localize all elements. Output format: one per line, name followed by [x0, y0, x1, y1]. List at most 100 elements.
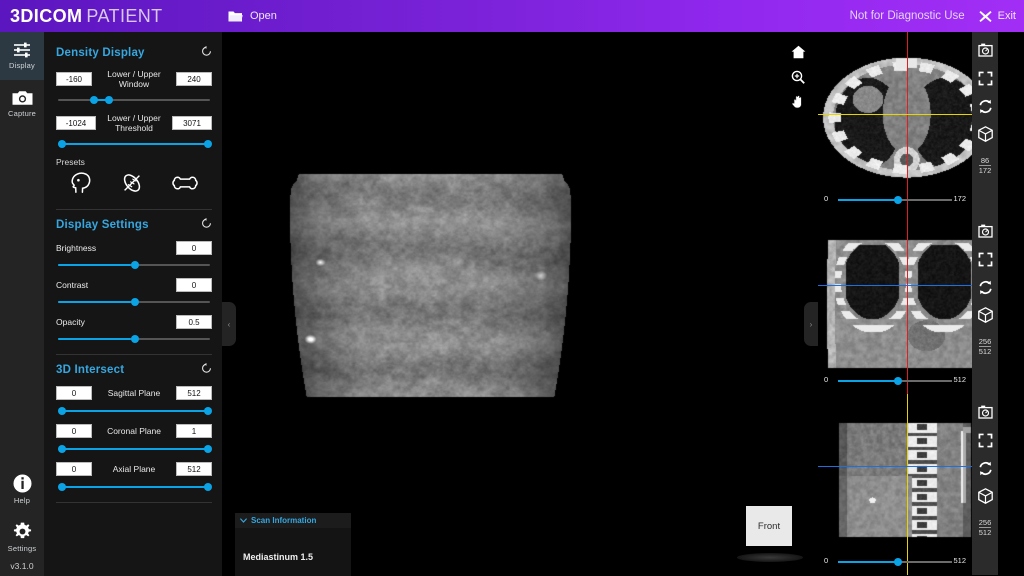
refresh-icon[interactable]	[977, 98, 993, 114]
divider-1	[56, 209, 212, 210]
cube-icon[interactable]	[977, 126, 993, 142]
pan-hand-icon[interactable]	[790, 94, 806, 110]
threshold-lower-input[interactable]: -1024	[56, 116, 96, 130]
axial-slice-canvas[interactable]	[818, 32, 998, 213]
fullscreen-icon[interactable]	[977, 432, 993, 448]
intersect-max-input[interactable]: 512	[176, 462, 212, 476]
intersect-min-input[interactable]: 0	[56, 424, 92, 438]
window-upper-input[interactable]: 240	[176, 72, 212, 86]
collapse-right-panel-button[interactable]: ›	[804, 302, 818, 346]
window-slider[interactable]	[56, 94, 212, 106]
refresh-glyph	[978, 461, 992, 475]
fullscreen-icon[interactable]	[977, 251, 993, 267]
cube-icon[interactable]	[977, 307, 993, 323]
slice-slider-knob[interactable]	[894, 377, 902, 385]
threshold-slider[interactable]	[56, 138, 212, 150]
density-reset-icon[interactable]	[201, 44, 212, 62]
volume-viewport[interactable]: ‹ › Scan Information Mediastinum 1.5 Fro…	[222, 32, 818, 576]
axial-slice[interactable]: 0 172 86 172	[818, 32, 998, 213]
crosshair-vertical	[907, 394, 908, 575]
orientation-widget[interactable]: Front	[737, 506, 803, 564]
display-settings-reset-icon[interactable]	[201, 216, 212, 234]
slider-knob-min[interactable]	[58, 407, 66, 415]
capture-icon[interactable]	[977, 223, 993, 239]
threshold-row: -1024 Lower / Upper Threshold 3071	[56, 113, 212, 133]
threshold-upper-input[interactable]: 3071	[172, 116, 212, 130]
slider-knob-min[interactable]	[58, 445, 66, 453]
capture-icon[interactable]	[977, 42, 993, 58]
home-icon[interactable]	[790, 44, 806, 60]
rail-item-capture[interactable]: Capture	[0, 80, 44, 128]
slice-index-fraction: 86 172	[978, 156, 992, 175]
intersect-slider[interactable]	[56, 405, 212, 417]
rail-label-settings: Settings	[7, 543, 37, 553]
slice-slider[interactable]: 0 512	[824, 375, 966, 386]
window-lower-input[interactable]: -160	[56, 72, 92, 86]
info-icon	[13, 474, 31, 492]
lung-preset-button[interactable]	[119, 171, 145, 200]
display-setting-value[interactable]: 0	[176, 278, 212, 292]
threshold-slider-knob-lower[interactable]	[58, 140, 66, 148]
intersect-min-input[interactable]: 0	[56, 462, 92, 476]
coronal-slice[interactable]: 0 512 256 512	[818, 213, 998, 394]
window-label-line2: Window	[118, 79, 150, 89]
intersect-slider[interactable]	[56, 481, 212, 493]
rail-label-help: Help	[13, 495, 31, 505]
viewport-tools	[790, 44, 806, 110]
capture-icon[interactable]	[977, 404, 993, 420]
intersect-max-input[interactable]: 1	[176, 424, 212, 438]
fullscreen-icon[interactable]	[977, 70, 993, 86]
rail-item-display[interactable]: Display	[0, 32, 44, 80]
scan-information-body: Mediastinum 1.5	[235, 528, 351, 576]
volume-render[interactable]	[270, 160, 590, 400]
display-setting-row: Opacity 0.5	[56, 315, 212, 329]
display-settings-header: Display Settings	[56, 216, 212, 234]
rail-item-settings[interactable]: Settings	[0, 513, 44, 561]
slider-knob[interactable]	[131, 298, 139, 306]
rail-item-help[interactable]: Help	[0, 465, 44, 513]
rail-bottom-group: Help Settings v3.1.0	[0, 465, 44, 576]
sagittal-slice-canvas[interactable]	[818, 394, 998, 575]
slice-slider-knob[interactable]	[894, 196, 902, 204]
intersect-reset-icon[interactable]	[201, 361, 212, 379]
display-setting-slider[interactable]	[56, 296, 212, 308]
open-button[interactable]: Open	[218, 0, 287, 32]
threshold-slider-knob-upper[interactable]	[204, 140, 212, 148]
window-slider-knob-lower[interactable]	[90, 96, 99, 104]
display-setting-value[interactable]: 0	[176, 241, 212, 255]
cube-icon[interactable]	[977, 488, 993, 504]
coronal-slice-canvas[interactable]	[818, 213, 998, 394]
slider-knob[interactable]	[131, 335, 139, 343]
zoom-in-icon[interactable]	[790, 69, 806, 85]
window-slider-knob-upper[interactable]	[104, 96, 113, 104]
slider-knob-min[interactable]	[58, 483, 66, 491]
scan-information-header[interactable]: Scan Information	[235, 513, 351, 528]
open-label: Open	[250, 10, 277, 22]
slider-knob-max[interactable]	[204, 483, 212, 491]
exit-button[interactable]: Exit	[979, 10, 1016, 23]
slice-slider[interactable]: 0 512	[824, 556, 966, 567]
refresh-icon[interactable]	[977, 460, 993, 476]
display-setting-label: Brightness	[56, 243, 97, 253]
volume-render-canvas[interactable]	[270, 160, 590, 400]
intersect-max-input[interactable]: 512	[176, 386, 212, 400]
display-setting-slider[interactable]	[56, 259, 212, 271]
display-setting-slider[interactable]	[56, 333, 212, 345]
slice-total-count: 512	[978, 347, 992, 356]
slice-slider-knob[interactable]	[894, 558, 902, 566]
intersect-slider[interactable]	[56, 443, 212, 455]
intersect-label: Axial Plane	[112, 464, 156, 474]
sagittal-slice[interactable]: 0 512 256 512	[818, 394, 998, 575]
head-preset-button[interactable]	[68, 171, 94, 200]
intersect-min-input[interactable]: 0	[56, 386, 92, 400]
orientation-cube-face[interactable]: Front	[746, 506, 792, 546]
slider-knob-max[interactable]	[204, 445, 212, 453]
slider-knob[interactable]	[131, 261, 139, 269]
refresh-icon[interactable]	[977, 279, 993, 295]
slider-knob-max[interactable]	[204, 407, 212, 415]
slice-slider[interactable]: 0 172	[824, 194, 966, 205]
intersect-label: Coronal Plane	[107, 426, 161, 436]
collapse-left-panel-button[interactable]: ‹	[222, 302, 236, 346]
display-setting-value[interactable]: 0.5	[176, 315, 212, 329]
bone-preset-button[interactable]	[170, 173, 200, 198]
